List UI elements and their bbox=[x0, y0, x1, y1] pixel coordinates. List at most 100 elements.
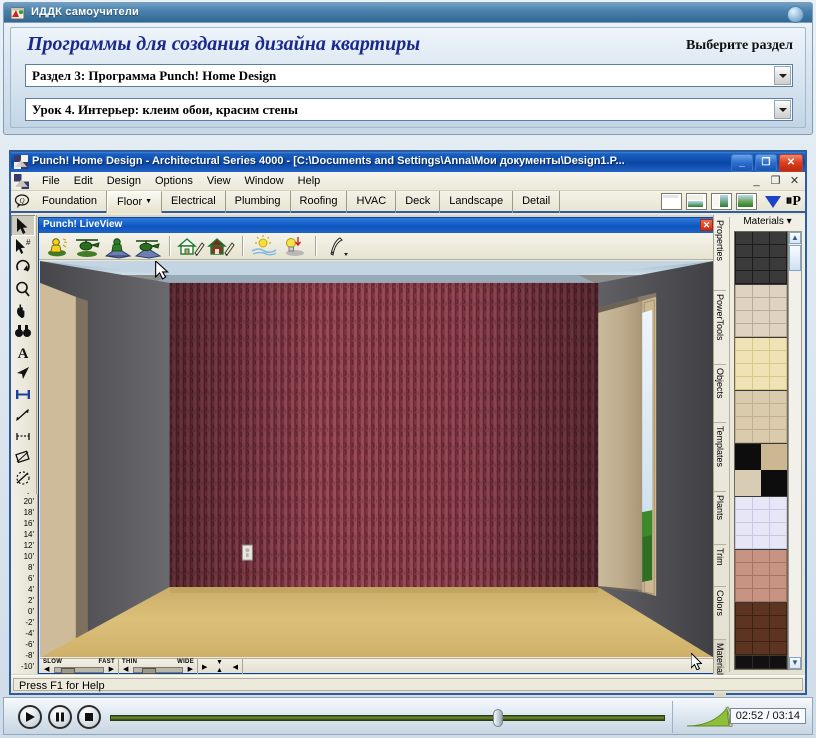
help-balloon-icon[interactable]: Q bbox=[14, 193, 30, 209]
pan-right-arrow[interactable]: ◀ bbox=[233, 663, 238, 671]
swatch-tan-linen-tile[interactable] bbox=[735, 391, 787, 444]
pan-left-arrow[interactable]: ▶ bbox=[202, 663, 207, 671]
pan-up-arrow[interactable]: ▼ bbox=[216, 659, 223, 666]
pan-down-arrow[interactable]: ▲ bbox=[216, 667, 223, 674]
stop-button[interactable] bbox=[77, 705, 101, 729]
tab-hvac[interactable]: HVAC bbox=[347, 191, 396, 213]
lesson-dropdown[interactable]: Урок 4. Интерьер: клеим обои, красим сте… bbox=[25, 98, 793, 121]
speed-right-arrow[interactable]: ▶ bbox=[109, 667, 114, 673]
scroll-thumb[interactable] bbox=[789, 245, 801, 271]
tab-plumbing[interactable]: Plumbing bbox=[226, 191, 291, 213]
house-edit-icon[interactable] bbox=[176, 234, 206, 259]
arrow-multi-select-icon[interactable]: # bbox=[11, 236, 35, 257]
liveview-3d-canvas[interactable] bbox=[40, 261, 714, 657]
helicopter-icon[interactable] bbox=[73, 234, 103, 259]
seek-track[interactable] bbox=[110, 715, 665, 721]
pan-pad[interactable]: ▶ ▼ ▲ ◀ bbox=[198, 659, 243, 674]
sun-horizon-icon[interactable] bbox=[249, 234, 279, 259]
sidebar-tab-plants[interactable]: Plants bbox=[714, 492, 726, 545]
text-icon[interactable]: A bbox=[11, 341, 35, 362]
chevron-down-icon[interactable] bbox=[774, 66, 791, 85]
width-thumb[interactable] bbox=[142, 668, 156, 674]
liveview-close-button[interactable]: ✕ bbox=[700, 219, 713, 231]
menu-item-edit[interactable]: Edit bbox=[67, 172, 100, 191]
width-track[interactable] bbox=[133, 667, 183, 673]
round-button[interactable] bbox=[787, 6, 804, 23]
swatch-lavender-pattern-tile[interactable] bbox=[735, 497, 787, 550]
width-right-arrow[interactable]: ▶ bbox=[188, 667, 193, 673]
menu-item-file[interactable]: File bbox=[35, 172, 67, 191]
materials-header[interactable]: Materials ▾ bbox=[732, 216, 803, 229]
rotate-icon[interactable] bbox=[11, 257, 35, 278]
close-button[interactable]: ✕ bbox=[779, 154, 803, 172]
light-bulb-icon[interactable] bbox=[279, 234, 309, 259]
swatch-black-wood-checker[interactable] bbox=[735, 444, 787, 497]
sidebar-tab-powertools[interactable]: PowerTools bbox=[714, 291, 726, 365]
view-split-horizontal-button[interactable] bbox=[686, 193, 707, 210]
tab-landscape[interactable]: Landscape bbox=[440, 191, 513, 213]
dimension-diagonal-icon[interactable] bbox=[11, 446, 35, 467]
materials-swatch-list[interactable] bbox=[734, 231, 788, 670]
dimension-width-icon[interactable] bbox=[11, 383, 35, 404]
menu-item-help[interactable]: Help bbox=[291, 172, 328, 191]
house-dark-edit-icon[interactable] bbox=[206, 234, 236, 259]
materials-scrollbar[interactable]: ▲ ▼ bbox=[788, 231, 802, 670]
section-dropdown[interactable]: Раздел 3: Программа Punch! Home Design bbox=[25, 64, 793, 87]
tab-detail[interactable]: Detail bbox=[513, 191, 560, 213]
mdi-close-button[interactable]: ✕ bbox=[788, 174, 801, 188]
view-3d-button[interactable] bbox=[736, 193, 757, 210]
tab-floor[interactable]: Floor▼ bbox=[107, 191, 162, 213]
menu-item-design[interactable]: Design bbox=[100, 172, 148, 191]
sidebar-tab-objects[interactable]: Objects bbox=[714, 365, 726, 423]
speed-slider[interactable]: SLOW FAST ◀ ▶ bbox=[40, 659, 119, 674]
menu-item-view[interactable]: View bbox=[200, 172, 238, 191]
swatch-rose-brick-tile[interactable] bbox=[735, 550, 787, 603]
zoom-icon[interactable] bbox=[11, 278, 35, 299]
speed-track[interactable] bbox=[54, 667, 104, 673]
scroll-up-button[interactable]: ▲ bbox=[789, 232, 801, 244]
walk-person-icon[interactable] bbox=[43, 234, 73, 259]
swatch-light-beige-tile[interactable] bbox=[735, 285, 787, 338]
minimize-button[interactable]: _ bbox=[731, 154, 753, 172]
scroll-down-button[interactable]: ▼ bbox=[789, 657, 801, 669]
sidebar-tab-trim[interactable]: Trim bbox=[714, 545, 726, 587]
menu-item-window[interactable]: Window bbox=[238, 172, 291, 191]
chevron-down-icon[interactable] bbox=[774, 100, 791, 119]
tab-roofing[interactable]: Roofing bbox=[291, 191, 348, 213]
punch-logo-icon[interactable]: ⏸P bbox=[785, 195, 801, 209]
helicopter-plan-icon[interactable] bbox=[133, 234, 163, 259]
play-button[interactable] bbox=[18, 705, 42, 729]
tab-foundation[interactable]: Foundation bbox=[33, 191, 107, 213]
sidebar-tab-properties[interactable]: Properties bbox=[714, 217, 726, 291]
binoculars-icon[interactable] bbox=[11, 320, 35, 341]
pan-hand-icon[interactable] bbox=[11, 299, 35, 320]
speed-thumb[interactable] bbox=[61, 668, 75, 674]
maximize-button[interactable]: ❐ bbox=[755, 154, 777, 172]
swatch-dark-slate-tile[interactable] bbox=[735, 232, 787, 285]
volume-slider[interactable] bbox=[687, 706, 733, 728]
tab-deck[interactable]: Deck bbox=[396, 191, 440, 213]
swatch-black-texture-tile[interactable] bbox=[735, 656, 787, 670]
sidebar-tab-templates[interactable]: Templates bbox=[714, 423, 726, 492]
dimension-linear-icon[interactable] bbox=[11, 425, 35, 446]
mdi-minimize-button[interactable]: _ bbox=[750, 174, 763, 188]
view-plan-button[interactable] bbox=[661, 193, 682, 210]
swatch-dark-brown-wood[interactable] bbox=[735, 603, 787, 656]
tab-electrical[interactable]: Electrical bbox=[162, 191, 226, 213]
speed-left-arrow[interactable]: ◀ bbox=[44, 667, 49, 673]
sidebar-tab-colors[interactable]: Colors bbox=[714, 587, 726, 640]
pointer-fill-icon[interactable] bbox=[11, 362, 35, 383]
seek-thumb[interactable] bbox=[493, 709, 503, 727]
dimension-angle-icon[interactable] bbox=[11, 467, 35, 488]
arrow-select-icon[interactable] bbox=[11, 215, 35, 236]
filter-funnel-icon[interactable] bbox=[765, 196, 781, 208]
dimension-arrow-icon[interactable] bbox=[11, 404, 35, 425]
view-split-vertical-button[interactable] bbox=[711, 193, 732, 210]
chevron-down-icon[interactable]: ▼ bbox=[145, 198, 152, 205]
mdi-restore-button[interactable]: ❐ bbox=[769, 174, 782, 188]
width-slider[interactable]: THIN WIDE ◀ ▶ bbox=[119, 659, 198, 674]
walk-plan-icon[interactable] bbox=[103, 234, 133, 259]
width-left-arrow[interactable]: ◀ bbox=[123, 667, 128, 673]
menu-item-options[interactable]: Options bbox=[148, 172, 200, 191]
pencil-tool-icon[interactable] bbox=[322, 234, 352, 259]
